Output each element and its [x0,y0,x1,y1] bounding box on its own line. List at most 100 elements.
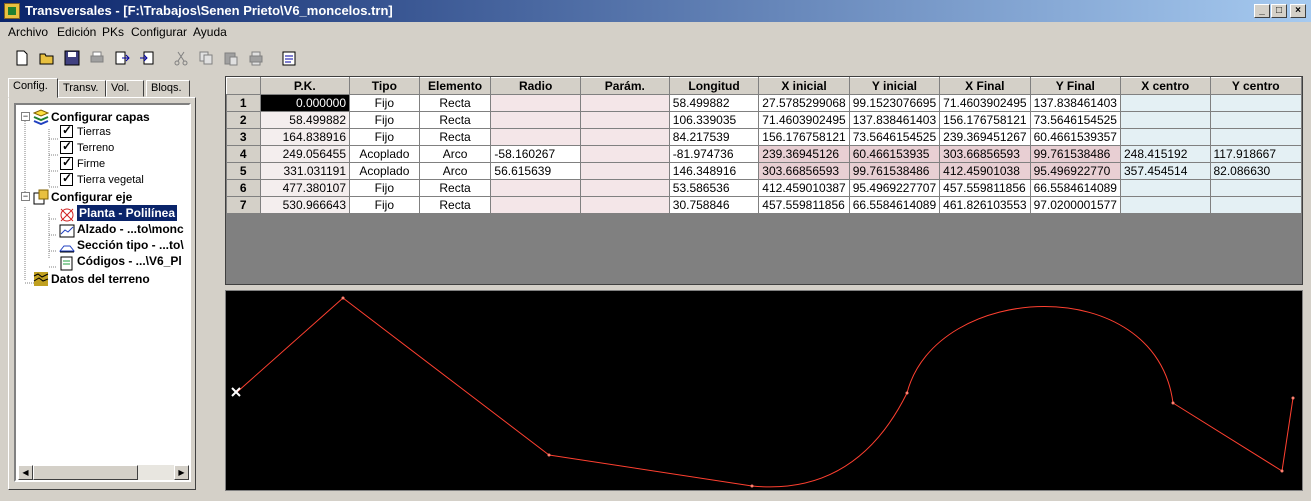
cell-y-final[interactable]: 99.761538486 [1029,145,1121,163]
cell-y-inicial[interactable]: 137.838461403 [848,111,941,129]
close-button[interactable]: × [1290,4,1306,18]
cell-longitud[interactable]: 106.339035 [668,111,760,129]
cell-x-final[interactable]: 412.45901038 [939,162,1031,180]
cell-param[interactable] [579,162,670,180]
expand-eje[interactable]: − [21,192,30,201]
cell-y-inicial[interactable]: 99.1523076695 [848,94,941,112]
cell-x-final[interactable]: 156.176758121 [939,111,1031,129]
checkbox-terreno[interactable] [60,139,73,154]
cell-y-inicial[interactable]: 66.5584614089 [848,196,941,214]
cell-elemento[interactable]: Recta [418,179,492,197]
cell-longitud[interactable]: 53.586536 [668,179,760,197]
print-setup-button[interactable] [245,47,267,69]
cell-param[interactable] [579,94,670,112]
scroll-left-icon[interactable]: ◀ [18,465,33,480]
cell-pk[interactable]: 0.000000 [259,94,351,112]
cell-param[interactable] [579,111,670,129]
row-number[interactable]: 2 [226,111,261,129]
cell-pk[interactable]: 58.499882 [259,111,351,129]
cell-x-final[interactable]: 461.826103553 [939,196,1031,214]
cell-x-centro[interactable] [1119,179,1211,197]
cell-y-centro[interactable] [1209,111,1302,129]
cell-radio[interactable] [490,94,581,112]
col-header-radio[interactable]: Radio [490,77,581,95]
cell-tipo[interactable]: Fijo [349,94,420,112]
scroll-thumb[interactable] [33,465,138,480]
tree-item-alzado[interactable]: Alzado - ...to\monc [77,221,184,237]
checkbox-firme[interactable] [60,155,73,170]
table-row[interactable]: 1 0.000000 Fijo Recta 58.499882 27.57852… [226,94,1302,112]
cell-y-centro[interactable] [1209,196,1302,214]
cell-tipo[interactable]: Acoplado [349,145,420,163]
menu-ayuda[interactable]: Ayuda [193,25,227,39]
cell-param[interactable] [579,179,670,197]
cell-tipo[interactable]: Fijo [349,111,420,129]
tab-bloqs[interactable]: Bloqs. [146,80,190,97]
table-row[interactable]: 3 164.838916 Fijo Recta 84.217539 156.17… [226,128,1302,146]
col-header-x-inicial[interactable]: X inicial [758,77,850,95]
table-row[interactable]: 6 477.380107 Fijo Recta 53.586536 412.45… [226,179,1302,197]
cell-x-centro[interactable] [1119,94,1211,112]
cell-longitud[interactable]: 84.217539 [668,128,760,146]
cell-y-inicial[interactable]: 99.761538486 [848,162,941,180]
cell-x-final[interactable]: 71.4603902495 [939,94,1031,112]
paste-button[interactable] [220,47,242,69]
import-button[interactable] [136,47,158,69]
cell-x-inicial[interactable]: 27.5785299068 [758,94,850,112]
col-header-x-final[interactable]: X Final [939,77,1031,95]
table-row[interactable]: 4 249.056455 Acoplado Arco -58.160267 -8… [226,145,1302,163]
col-header-elemento[interactable]: Elemento [418,77,492,95]
tree-horizontal-scrollbar[interactable]: ◀ ▶ [18,465,189,480]
cell-tipo[interactable]: Fijo [349,128,420,146]
tab-vol[interactable]: Vol. [106,80,144,97]
cell-y-final[interactable]: 66.5584614089 [1029,179,1121,197]
cell-y-final[interactable]: 137.838461403 [1029,94,1121,112]
cell-x-centro[interactable] [1119,196,1211,214]
cell-y-centro[interactable] [1209,94,1302,112]
col-header-y-inicial[interactable]: Y inicial [848,77,941,95]
cell-y-final[interactable]: 73.5646154525 [1029,111,1121,129]
expand-capas[interactable]: − [21,112,30,121]
cell-elemento[interactable]: Recta [418,196,492,214]
cell-radio[interactable] [490,128,581,146]
cell-y-centro[interactable] [1209,179,1302,197]
cell-elemento[interactable]: Recta [418,128,492,146]
col-header-pk[interactable]: P.K. [259,77,351,95]
table-row[interactable]: 2 58.499882 Fijo Recta 106.339035 71.460… [226,111,1302,129]
menu-pks[interactable]: PKs [102,25,124,39]
scroll-right-icon[interactable]: ▶ [174,465,189,480]
checkbox-tierras[interactable] [60,123,73,138]
cell-longitud[interactable]: 146.348916 [668,162,760,180]
cell-tipo[interactable]: Fijo [349,196,420,214]
table-row[interactable]: 7 530.966643 Fijo Recta 30.758846 457.55… [226,196,1302,214]
cut-button[interactable] [170,47,192,69]
plan-view[interactable] [225,290,1303,491]
tab-config[interactable]: Config. [8,78,58,98]
cell-x-final[interactable]: 303.66856593 [939,145,1031,163]
cell-elemento[interactable]: Arco [418,162,492,180]
open-button[interactable] [36,47,58,69]
cell-x-inicial[interactable]: 239.36945126 [758,145,850,163]
cell-x-inicial[interactable]: 303.66856593 [758,162,850,180]
tree-item-codigos[interactable]: Códigos - ...\V6_Pl [77,253,182,269]
cell-longitud[interactable]: 30.758846 [668,196,760,214]
tab-transv[interactable]: Transv. [58,80,106,97]
checkbox-tierra-vegetal[interactable] [60,171,73,186]
menu-configurar[interactable]: Configurar [131,25,187,39]
cell-param[interactable] [579,145,670,163]
menu-archivo[interactable]: Archivo [8,25,48,39]
table-row[interactable]: 5 331.031191 Acoplado Arco 56.615639 146… [226,162,1302,180]
cell-param[interactable] [579,128,670,146]
cell-y-centro[interactable]: 117.918667 [1209,145,1302,163]
cell-x-inicial[interactable]: 457.559811856 [758,196,850,214]
cell-y-inicial[interactable]: 95.4969227707 [848,179,941,197]
cell-elemento[interactable]: Recta [418,111,492,129]
cell-longitud[interactable]: -81.974736 [668,145,760,163]
properties-button[interactable] [278,47,300,69]
cell-radio[interactable] [490,196,581,214]
cell-pk[interactable]: 530.966643 [259,196,351,214]
cell-y-centro[interactable] [1209,128,1302,146]
cell-y-final[interactable]: 95.496922770 [1029,162,1121,180]
copy-button[interactable] [195,47,217,69]
export-button[interactable] [111,47,133,69]
